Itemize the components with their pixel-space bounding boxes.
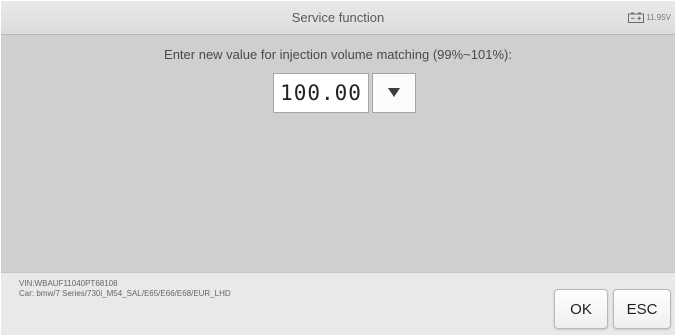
- ok-button[interactable]: OK: [554, 289, 608, 329]
- esc-button[interactable]: ESC: [613, 289, 671, 329]
- triangle-down-icon: [388, 84, 400, 102]
- vin-text: VIN:WBAUF11040PT68108: [19, 279, 118, 288]
- battery-voltage: 11.95V: [646, 13, 671, 22]
- dropdown-button[interactable]: [372, 73, 416, 113]
- screen: Service function 11.95V Enter new value …: [1, 1, 675, 335]
- title-bar: Service function 11.95V: [1, 1, 675, 35]
- vehicle-info: VIN:WBAUF11040PT68108 Car: bmw/7 Series/…: [19, 279, 231, 299]
- car-text: Car: bmw/7 Series/730i_M54_SAL/E65/E66/E…: [19, 289, 231, 298]
- page-title: Service function: [291, 10, 385, 25]
- footer: VIN:WBAUF11040PT68108 Car: bmw/7 Series/…: [1, 272, 675, 335]
- input-prompt: Enter new value for injection volume mat…: [164, 47, 512, 62]
- battery-status: 11.95V: [628, 11, 671, 24]
- battery-icon: [628, 12, 645, 23]
- main-panel: Enter new value for injection volume mat…: [1, 35, 675, 272]
- value-input[interactable]: 100.00: [273, 73, 369, 113]
